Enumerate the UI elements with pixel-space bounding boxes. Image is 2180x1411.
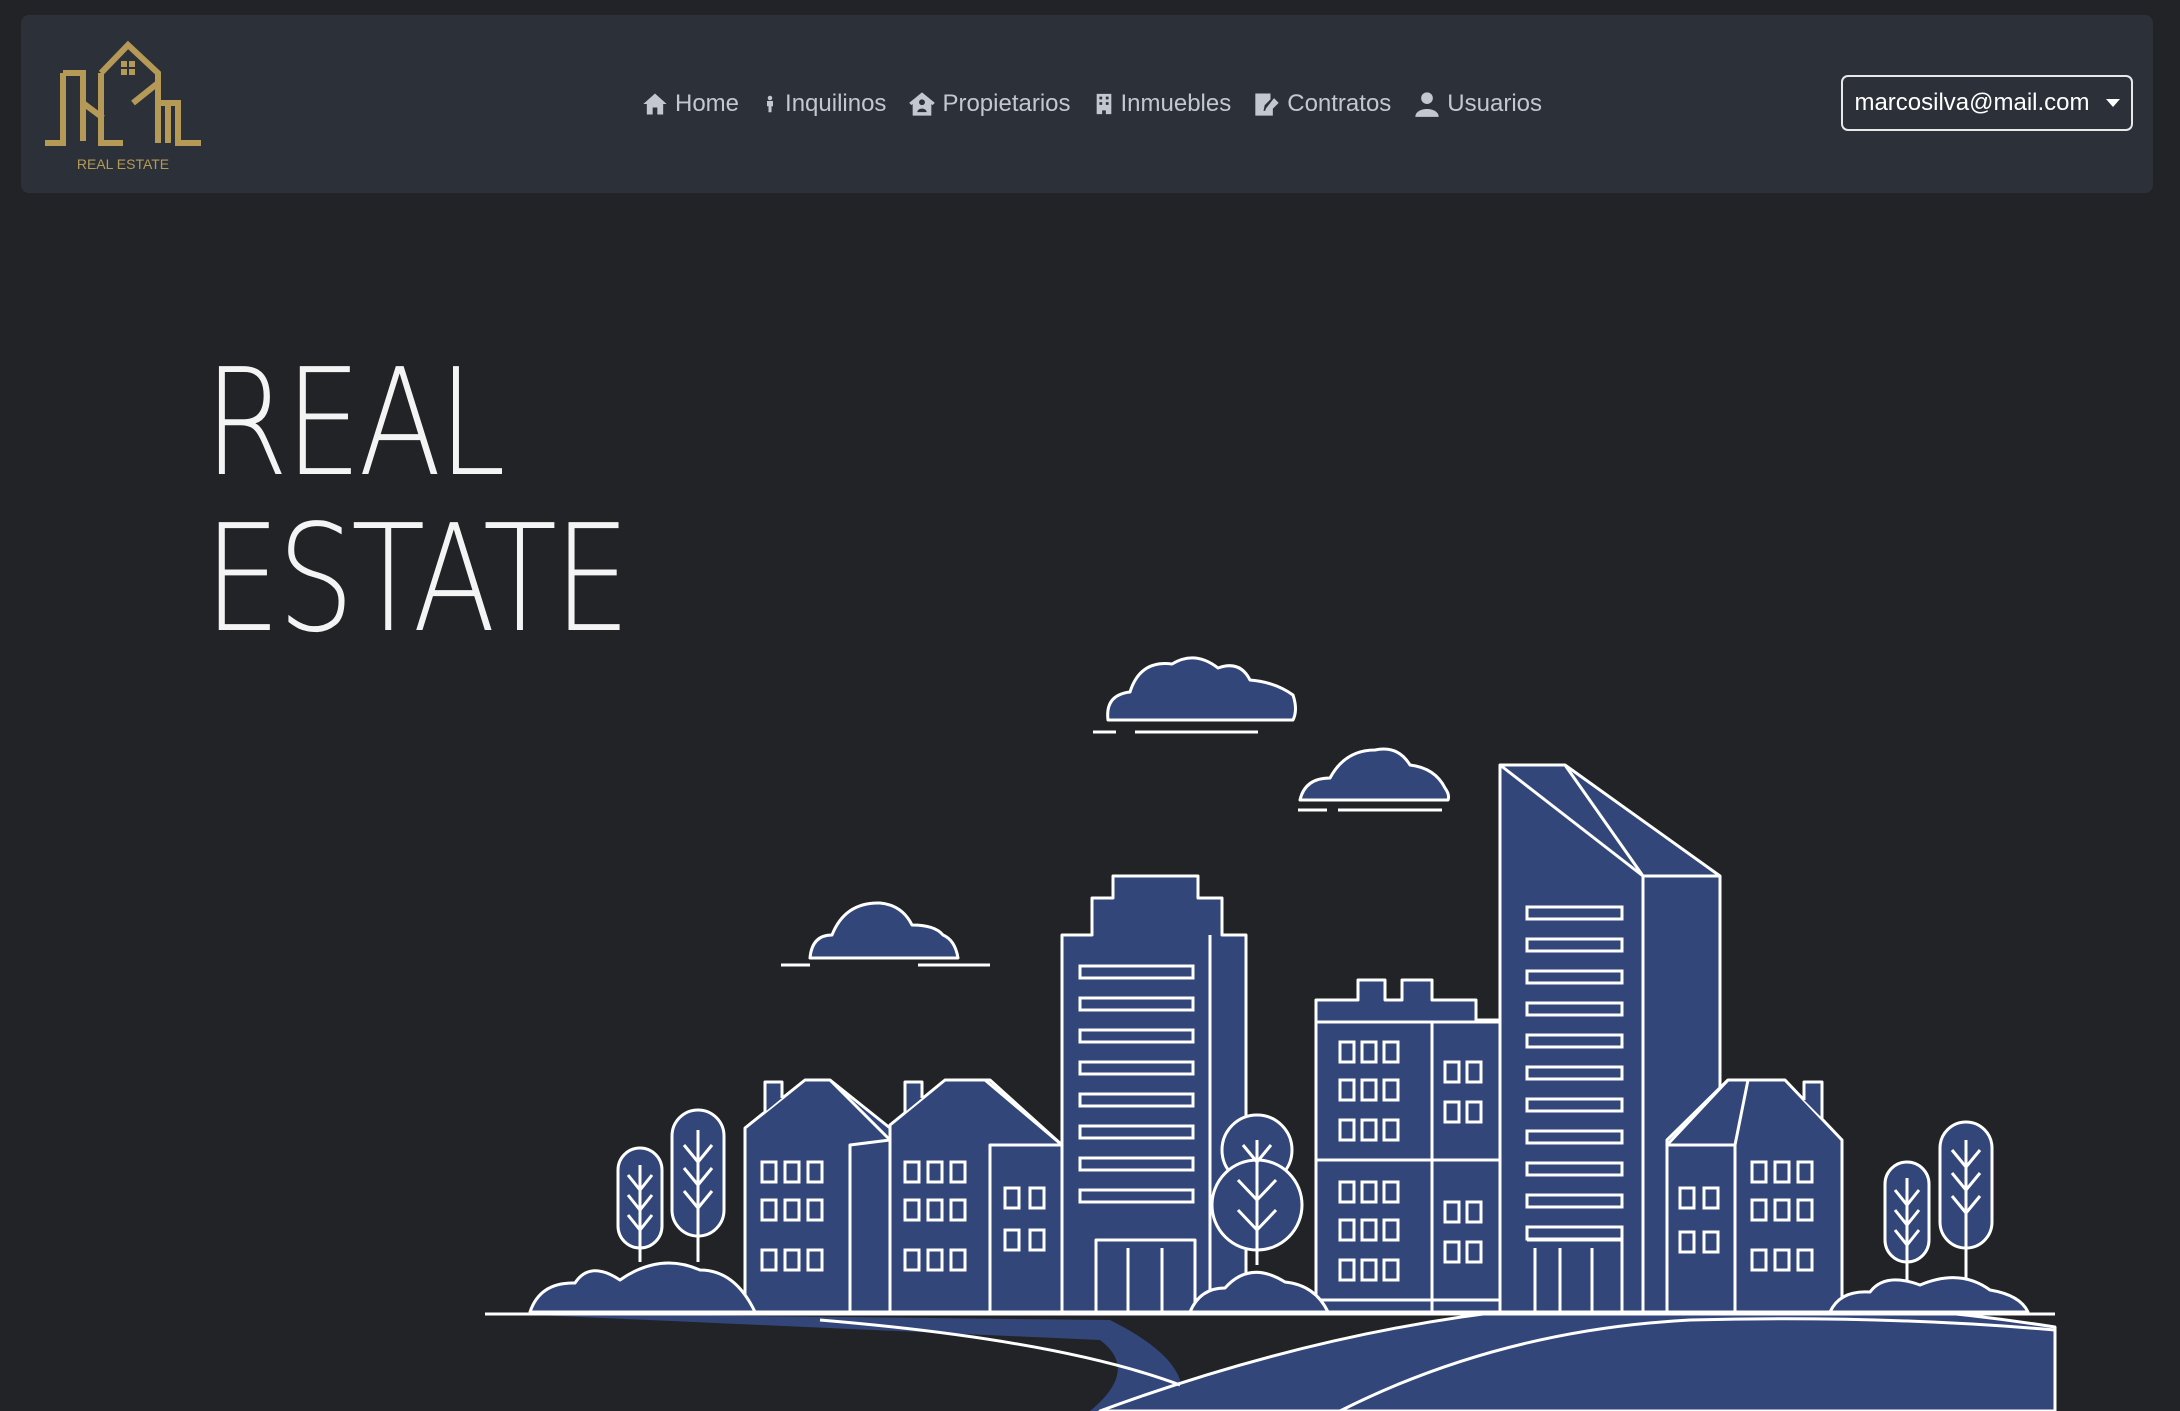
- cloud-2: [1298, 747, 1451, 802]
- cloud-1: [1106, 656, 1297, 722]
- cloud-3: [808, 901, 960, 960]
- city-skyline-illustration: [485, 656, 2057, 1411]
